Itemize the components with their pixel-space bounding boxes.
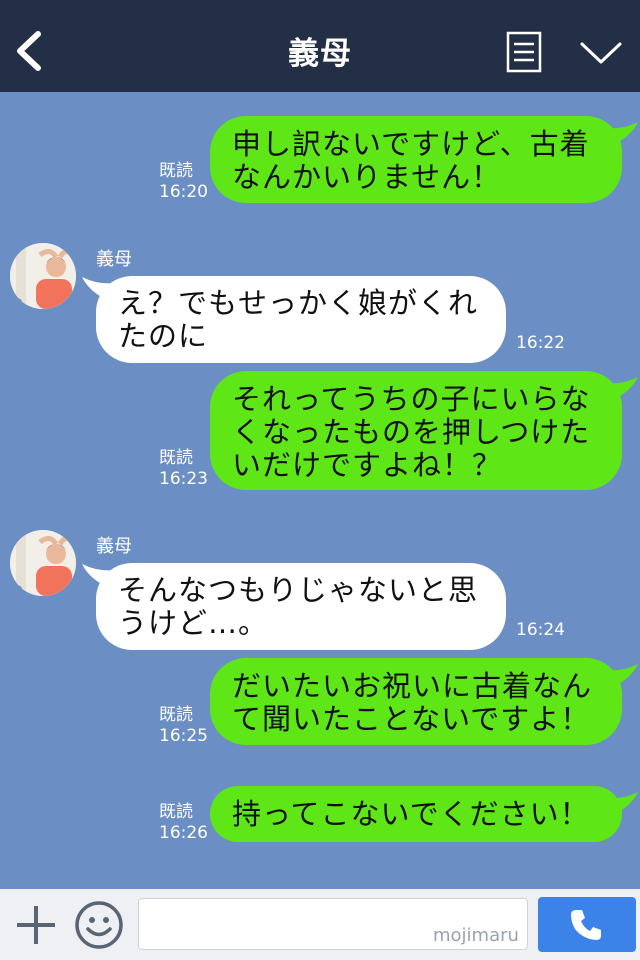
incoming-message-bubble[interactable]: そんなつもりじゃないと思 うけど…。 (96, 563, 506, 650)
chat-header: 義母 (0, 0, 640, 92)
message-text: 申し訳ないですけど、古着 なんかいりません！ (232, 127, 590, 194)
outgoing-message-bubble[interactable]: それってうちの子にいらな くなったものを押しつけた いだけですよね！？ (210, 371, 622, 490)
read-receipt: 既読 (159, 802, 193, 822)
chat-title: 義母 (288, 36, 352, 72)
timestamp: 16:20 (159, 182, 208, 202)
bubble-tail (604, 792, 638, 816)
bubble-tail (604, 377, 638, 401)
outgoing-message-bubble[interactable]: 持ってこないでください！ (210, 786, 622, 842)
message-meta: 既読 16:20 (159, 161, 208, 203)
message-meta: 既読 16:23 (159, 448, 208, 490)
emoji-icon[interactable] (74, 900, 124, 950)
timestamp: 16:22 (516, 333, 565, 353)
outgoing-message-bubble[interactable]: 申し訳ないですけど、古着 なんかいりません！ (210, 116, 622, 203)
avatar[interactable] (10, 243, 76, 309)
chevron-down-icon[interactable] (578, 38, 624, 68)
timestamp: 16:24 (516, 620, 565, 640)
avatar-photo (10, 530, 76, 596)
phone-icon (571, 910, 601, 940)
sender-name: 義母 (96, 536, 132, 557)
message-meta: 既読 16:25 (159, 705, 208, 747)
avatar[interactable] (10, 530, 76, 596)
message-text: だいたいお祝いに古着なん て聞いたことないですよ！ (232, 669, 593, 736)
message-meta: 既読 16:26 (159, 802, 208, 844)
watermark: mojimaru (433, 925, 519, 946)
read-receipt: 既読 (159, 161, 193, 181)
call-button[interactable] (538, 897, 636, 952)
bubble-tail (604, 664, 638, 688)
timestamp: 16:25 (159, 726, 208, 746)
sender-name: 義母 (96, 249, 132, 270)
timestamp: 16:23 (159, 469, 208, 489)
read-receipt: 既読 (159, 448, 193, 468)
message-text: そんなつもりじゃないと思 うけど…。 (118, 573, 479, 640)
memo-icon[interactable] (506, 31, 542, 73)
bubble-tail (604, 122, 638, 146)
read-receipt: 既読 (159, 705, 193, 725)
message-text: え？でもせっかく娘がくれ たのに (118, 286, 479, 353)
incoming-message-bubble[interactable]: え？でもせっかく娘がくれ たのに (96, 276, 506, 363)
plus-icon[interactable] (14, 903, 58, 947)
avatar-photo (10, 243, 76, 309)
outgoing-message-bubble[interactable]: だいたいお祝いに古着なん て聞いたことないですよ！ (210, 658, 622, 745)
timestamp: 16:26 (159, 823, 208, 843)
message-text: 持ってこないでください！ (232, 797, 590, 831)
message-text: それってうちの子にいらな くなったものを押しつけた いだけですよね！？ (232, 382, 591, 482)
